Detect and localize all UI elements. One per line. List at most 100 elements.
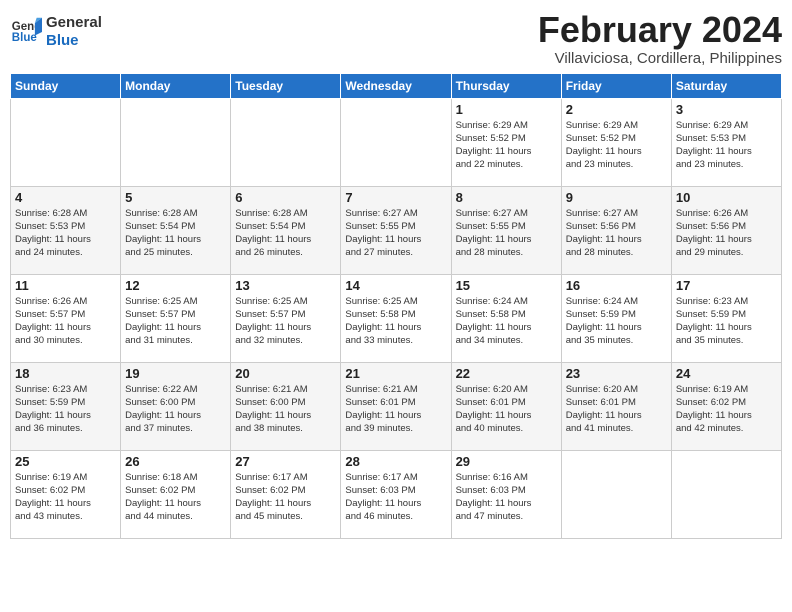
day-info: Sunrise: 6:16 AM Sunset: 6:03 PM Dayligh…	[456, 471, 557, 524]
calendar-cell: 18 Sunrise: 6:23 AM Sunset: 5:59 PM Dayli…	[11, 362, 121, 450]
day-info: Sunrise: 6:27 AM Sunset: 5:56 PM Dayligh…	[566, 207, 667, 260]
day-number: 12	[125, 278, 226, 293]
calendar-cell: 13 Sunrise: 6:25 AM Sunset: 5:57 PM Dayli…	[231, 274, 341, 362]
day-number: 18	[15, 366, 116, 381]
header-day-monday: Monday	[121, 73, 231, 98]
day-info: Sunrise: 6:21 AM Sunset: 6:00 PM Dayligh…	[235, 383, 336, 436]
week-row-4: 18 Sunrise: 6:23 AM Sunset: 5:59 PM Dayli…	[11, 362, 782, 450]
calendar-cell: 5Sunrise: 6:28 AM Sunset: 5:54 PM Daylig…	[121, 186, 231, 274]
day-number: 10	[676, 190, 777, 205]
day-number: 23	[566, 366, 667, 381]
calendar-cell: 2 Sunrise: 6:29 AM Sunset: 5:52 PM Daylig…	[561, 98, 671, 186]
header-day-thursday: Thursday	[451, 73, 561, 98]
day-info: Sunrise: 6:25 AM Sunset: 5:57 PM Dayligh…	[125, 295, 226, 348]
calendar-cell	[121, 98, 231, 186]
calendar-cell	[671, 450, 781, 538]
day-number: 19	[125, 366, 226, 381]
calendar-cell: 1 Sunrise: 6:29 AM Sunset: 5:52 PM Daylig…	[451, 98, 561, 186]
calendar-cell: 28Sunrise: 6:17 AM Sunset: 6:03 PM Dayli…	[341, 450, 451, 538]
day-info: Sunrise: 6:27 AM Sunset: 5:55 PM Dayligh…	[456, 207, 557, 260]
day-info: Sunrise: 6:27 AM Sunset: 5:55 PM Dayligh…	[345, 207, 446, 260]
day-number: 16	[566, 278, 667, 293]
header-day-friday: Friday	[561, 73, 671, 98]
day-number: 11	[15, 278, 116, 293]
calendar-cell: 10 Sunrise: 6:26 AM Sunset: 5:56 PM Dayli…	[671, 186, 781, 274]
day-info: Sunrise: 6:24 AM Sunset: 5:58 PM Dayligh…	[456, 295, 557, 348]
day-number: 2	[566, 102, 667, 117]
calendar-cell: 26 Sunrise: 6:18 AM Sunset: 6:02 PM Dayli…	[121, 450, 231, 538]
day-number: 7	[345, 190, 446, 205]
day-info: Sunrise: 6:25 AM Sunset: 5:57 PM Dayligh…	[235, 295, 336, 348]
day-number: 17	[676, 278, 777, 293]
day-number: 14	[345, 278, 446, 293]
location-title: Villaviciosa, Cordillera, Philippines	[538, 50, 782, 67]
day-info: Sunrise: 6:28 AM Sunset: 5:54 PM Dayligh…	[125, 207, 226, 260]
day-number: 6	[235, 190, 336, 205]
day-number: 1	[456, 102, 557, 117]
logo-line1: General	[46, 14, 102, 32]
calendar-cell: 16 Sunrise: 6:24 AM Sunset: 5:59 PM Dayli…	[561, 274, 671, 362]
calendar-cell	[341, 98, 451, 186]
logo-icon: General Blue	[10, 16, 42, 48]
calendar-cell: 15 Sunrise: 6:24 AM Sunset: 5:58 PM Dayli…	[451, 274, 561, 362]
day-number: 8	[456, 190, 557, 205]
calendar-cell	[11, 98, 121, 186]
calendar-cell: 12 Sunrise: 6:25 AM Sunset: 5:57 PM Dayli…	[121, 274, 231, 362]
calendar-cell: 23 Sunrise: 6:20 AM Sunset: 6:01 PM Dayli…	[561, 362, 671, 450]
day-number: 13	[235, 278, 336, 293]
calendar-cell: 21Sunrise: 6:21 AM Sunset: 6:01 PM Dayli…	[341, 362, 451, 450]
day-number: 20	[235, 366, 336, 381]
day-info: Sunrise: 6:29 AM Sunset: 5:52 PM Dayligh…	[456, 119, 557, 172]
week-row-1: 1 Sunrise: 6:29 AM Sunset: 5:52 PM Daylig…	[11, 98, 782, 186]
day-info: Sunrise: 6:28 AM Sunset: 5:53 PM Dayligh…	[15, 207, 116, 260]
calendar-table: SundayMondayTuesdayWednesdayThursdayFrid…	[10, 73, 782, 539]
day-number: 24	[676, 366, 777, 381]
calendar-cell: 17Sunrise: 6:23 AM Sunset: 5:59 PM Dayli…	[671, 274, 781, 362]
calendar-cell: 6 Sunrise: 6:28 AM Sunset: 5:54 PM Daylig…	[231, 186, 341, 274]
calendar-cell: 25 Sunrise: 6:19 AM Sunset: 6:02 PM Dayli…	[11, 450, 121, 538]
calendar-cell: 7 Sunrise: 6:27 AM Sunset: 5:55 PM Daylig…	[341, 186, 451, 274]
day-number: 25	[15, 454, 116, 469]
calendar-cell: 8 Sunrise: 6:27 AM Sunset: 5:55 PM Daylig…	[451, 186, 561, 274]
svg-text:Blue: Blue	[12, 32, 38, 44]
title-area: February 2024 Villaviciosa, Cordillera, …	[538, 10, 782, 67]
day-info: Sunrise: 6:17 AM Sunset: 6:02 PM Dayligh…	[235, 471, 336, 524]
day-info: Sunrise: 6:19 AM Sunset: 6:02 PM Dayligh…	[15, 471, 116, 524]
day-info: Sunrise: 6:20 AM Sunset: 6:01 PM Dayligh…	[456, 383, 557, 436]
calendar-cell: 20 Sunrise: 6:21 AM Sunset: 6:00 PM Dayli…	[231, 362, 341, 450]
calendar-cell: 11 Sunrise: 6:26 AM Sunset: 5:57 PM Dayli…	[11, 274, 121, 362]
week-row-5: 25 Sunrise: 6:19 AM Sunset: 6:02 PM Dayli…	[11, 450, 782, 538]
calendar-cell: 22Sunrise: 6:20 AM Sunset: 6:01 PM Dayli…	[451, 362, 561, 450]
day-info: Sunrise: 6:28 AM Sunset: 5:54 PM Dayligh…	[235, 207, 336, 260]
week-row-3: 11 Sunrise: 6:26 AM Sunset: 5:57 PM Dayli…	[11, 274, 782, 362]
day-number: 26	[125, 454, 226, 469]
calendar-cell: 14Sunrise: 6:25 AM Sunset: 5:58 PM Dayli…	[341, 274, 451, 362]
day-number: 3	[676, 102, 777, 117]
day-info: Sunrise: 6:23 AM Sunset: 5:59 PM Dayligh…	[15, 383, 116, 436]
day-number: 9	[566, 190, 667, 205]
day-info: Sunrise: 6:22 AM Sunset: 6:00 PM Dayligh…	[125, 383, 226, 436]
calendar-cell: 19 Sunrise: 6:22 AM Sunset: 6:00 PM Dayli…	[121, 362, 231, 450]
header-day-wednesday: Wednesday	[341, 73, 451, 98]
day-info: Sunrise: 6:24 AM Sunset: 5:59 PM Dayligh…	[566, 295, 667, 348]
calendar-cell: 27Sunrise: 6:17 AM Sunset: 6:02 PM Dayli…	[231, 450, 341, 538]
day-number: 4	[15, 190, 116, 205]
calendar-cell: 24Sunrise: 6:19 AM Sunset: 6:02 PM Dayli…	[671, 362, 781, 450]
calendar-cell: 3 Sunrise: 6:29 AM Sunset: 5:53 PM Daylig…	[671, 98, 781, 186]
day-info: Sunrise: 6:29 AM Sunset: 5:53 PM Dayligh…	[676, 119, 777, 172]
day-info: Sunrise: 6:18 AM Sunset: 6:02 PM Dayligh…	[125, 471, 226, 524]
day-info: Sunrise: 6:26 AM Sunset: 5:57 PM Dayligh…	[15, 295, 116, 348]
day-info: Sunrise: 6:20 AM Sunset: 6:01 PM Dayligh…	[566, 383, 667, 436]
header-day-sunday: Sunday	[11, 73, 121, 98]
header-day-tuesday: Tuesday	[231, 73, 341, 98]
day-info: Sunrise: 6:17 AM Sunset: 6:03 PM Dayligh…	[345, 471, 446, 524]
day-info: Sunrise: 6:29 AM Sunset: 5:52 PM Dayligh…	[566, 119, 667, 172]
calendar-cell: 9 Sunrise: 6:27 AM Sunset: 5:56 PM Daylig…	[561, 186, 671, 274]
day-number: 21	[345, 366, 446, 381]
calendar-cell	[231, 98, 341, 186]
week-row-2: 4 Sunrise: 6:28 AM Sunset: 5:53 PM Daylig…	[11, 186, 782, 274]
day-number: 15	[456, 278, 557, 293]
calendar-cell	[561, 450, 671, 538]
day-number: 29	[456, 454, 557, 469]
day-info: Sunrise: 6:26 AM Sunset: 5:56 PM Dayligh…	[676, 207, 777, 260]
